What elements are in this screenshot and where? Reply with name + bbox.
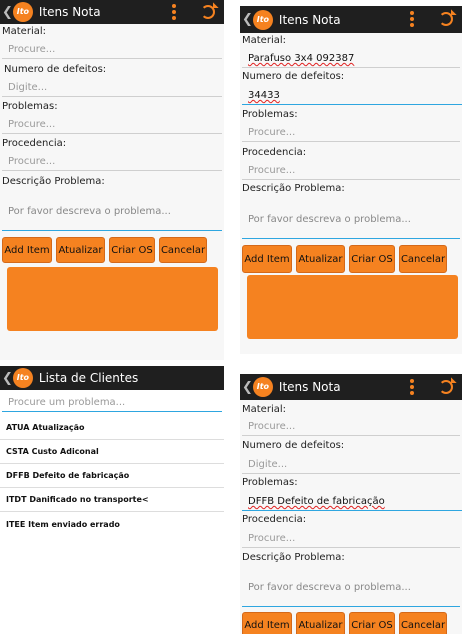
- label-problemas: Problemas:: [242, 477, 298, 488]
- description-textarea[interactable]: Por favor descreva o problema...: [242, 201, 460, 239]
- label-defeitos: Numero de defeitos:: [242, 71, 345, 82]
- action-bar: ❮ Ito Itens Nota: [0, 0, 224, 24]
- page-title: Itens Nota: [38, 5, 101, 19]
- label-descricao: Descrição Problema:: [2, 176, 105, 187]
- list-item[interactable]: ITDT Danificado no transporte<: [0, 488, 224, 512]
- add-item-button[interactable]: Add Item: [242, 245, 292, 273]
- list-item[interactable]: DFFB Defeito de fabricação: [0, 464, 224, 488]
- cancel-button[interactable]: Cancelar: [399, 245, 447, 273]
- label-material: Material:: [242, 404, 286, 415]
- create-os-button[interactable]: Criar OS: [349, 245, 395, 273]
- label-material: Material:: [242, 35, 286, 46]
- back-icon[interactable]: ❮: [2, 5, 13, 20]
- update-button[interactable]: Atualizar: [56, 237, 105, 263]
- label-defeitos: Numero de defeitos:: [4, 64, 107, 75]
- label-material: Material:: [2, 26, 46, 37]
- back-icon[interactable]: ❮: [2, 371, 13, 386]
- page-title: Itens Nota: [278, 380, 341, 394]
- panel-itens-nota-empty: ❮ Ito Itens Nota Material: Procure... Nu…: [0, 0, 224, 360]
- problemas-field[interactable]: Procure...: [2, 116, 222, 134]
- procedencia-field[interactable]: Procure...: [2, 153, 222, 171]
- update-button[interactable]: Atualizar: [296, 612, 345, 634]
- app-logo: Ito: [12, 368, 33, 388]
- overflow-menu-icon[interactable]: [410, 11, 414, 27]
- label-procedencia: Procedencia:: [242, 514, 307, 525]
- label-defeitos: Numero de defeitos:: [242, 440, 345, 451]
- material-field[interactable]: Procure...: [242, 418, 460, 436]
- create-os-button[interactable]: Criar OS: [349, 612, 395, 634]
- label-procedencia: Procedencia:: [242, 147, 307, 158]
- search-input[interactable]: Procure um problema...: [2, 394, 222, 412]
- create-os-button[interactable]: Criar OS: [109, 237, 155, 263]
- add-item-button[interactable]: Add Item: [2, 237, 52, 263]
- description-textarea[interactable]: Por favor descreva o problema...: [242, 569, 460, 607]
- list-item[interactable]: ITEE Item enviado errado: [0, 512, 224, 536]
- action-bar: ❮ Ito Lista de Clientes: [0, 366, 224, 390]
- refresh-icon[interactable]: [439, 12, 453, 26]
- back-icon[interactable]: ❮: [242, 12, 253, 27]
- action-bar: ❮ Ito Itens Nota: [240, 6, 462, 33]
- description-textarea[interactable]: Por favor descreva o problema...: [2, 193, 222, 231]
- app-logo: Ito: [12, 2, 33, 22]
- defeitos-field[interactable]: Digite...: [242, 456, 460, 474]
- panel-itens-nota-problem-selected: ❮ Ito Itens Nota Material: Procure... Nu…: [240, 374, 462, 634]
- label-descricao: Descrição Problema:: [242, 183, 345, 194]
- panel-itens-nota-filled: ❮ Ito Itens Nota Material: Parafuso 3x4 …: [240, 6, 462, 354]
- material-field[interactable]: Procure...: [2, 41, 222, 59]
- panel-lista-clientes: ❮ Ito Lista de Clientes Procure um probl…: [0, 366, 224, 634]
- material-value: Parafuso 3x4 092387: [248, 53, 355, 64]
- overflow-menu-icon[interactable]: [410, 379, 414, 395]
- page-title: Lista de Clientes: [38, 371, 139, 385]
- material-field[interactable]: Parafuso 3x4 092387: [242, 50, 460, 68]
- defeitos-field[interactable]: Digite...: [2, 79, 222, 97]
- label-problemas: Problemas:: [2, 101, 58, 112]
- refresh-icon[interactable]: [439, 380, 453, 394]
- update-button[interactable]: Atualizar: [296, 245, 345, 273]
- label-descricao: Descrição Problema:: [242, 552, 345, 563]
- defeitos-value: 34433: [248, 90, 280, 101]
- action-bar: ❮ Ito Itens Nota: [240, 374, 462, 400]
- items-list-area: [7, 267, 218, 331]
- app-logo: Ito: [252, 9, 273, 30]
- add-item-button[interactable]: Add Item: [242, 612, 292, 634]
- cancel-button[interactable]: Cancelar: [159, 237, 207, 263]
- list-item[interactable]: ATUA Atualização: [0, 416, 224, 440]
- app-logo: Ito: [252, 377, 273, 397]
- overflow-menu-icon[interactable]: [172, 4, 176, 20]
- cancel-button[interactable]: Cancelar: [399, 612, 447, 634]
- problemas-field[interactable]: DFFB Defeito de fabricação: [242, 493, 462, 511]
- back-icon[interactable]: ❮: [242, 380, 253, 395]
- label-procedencia: Procedencia:: [2, 138, 67, 149]
- items-list-area: [247, 275, 458, 339]
- page-title: Itens Nota: [278, 12, 341, 27]
- problemas-field[interactable]: Procure...: [242, 124, 460, 142]
- problemas-value: DFFB Defeito de fabricação: [248, 496, 385, 507]
- procedencia-field[interactable]: Procure...: [242, 530, 460, 548]
- list-item[interactable]: CSTA Custo Adiconal: [0, 440, 224, 464]
- defeitos-field[interactable]: 34433: [242, 87, 462, 105]
- refresh-icon[interactable]: [201, 5, 215, 19]
- label-problemas: Problemas:: [242, 109, 298, 120]
- procedencia-field[interactable]: Procure...: [242, 162, 460, 180]
